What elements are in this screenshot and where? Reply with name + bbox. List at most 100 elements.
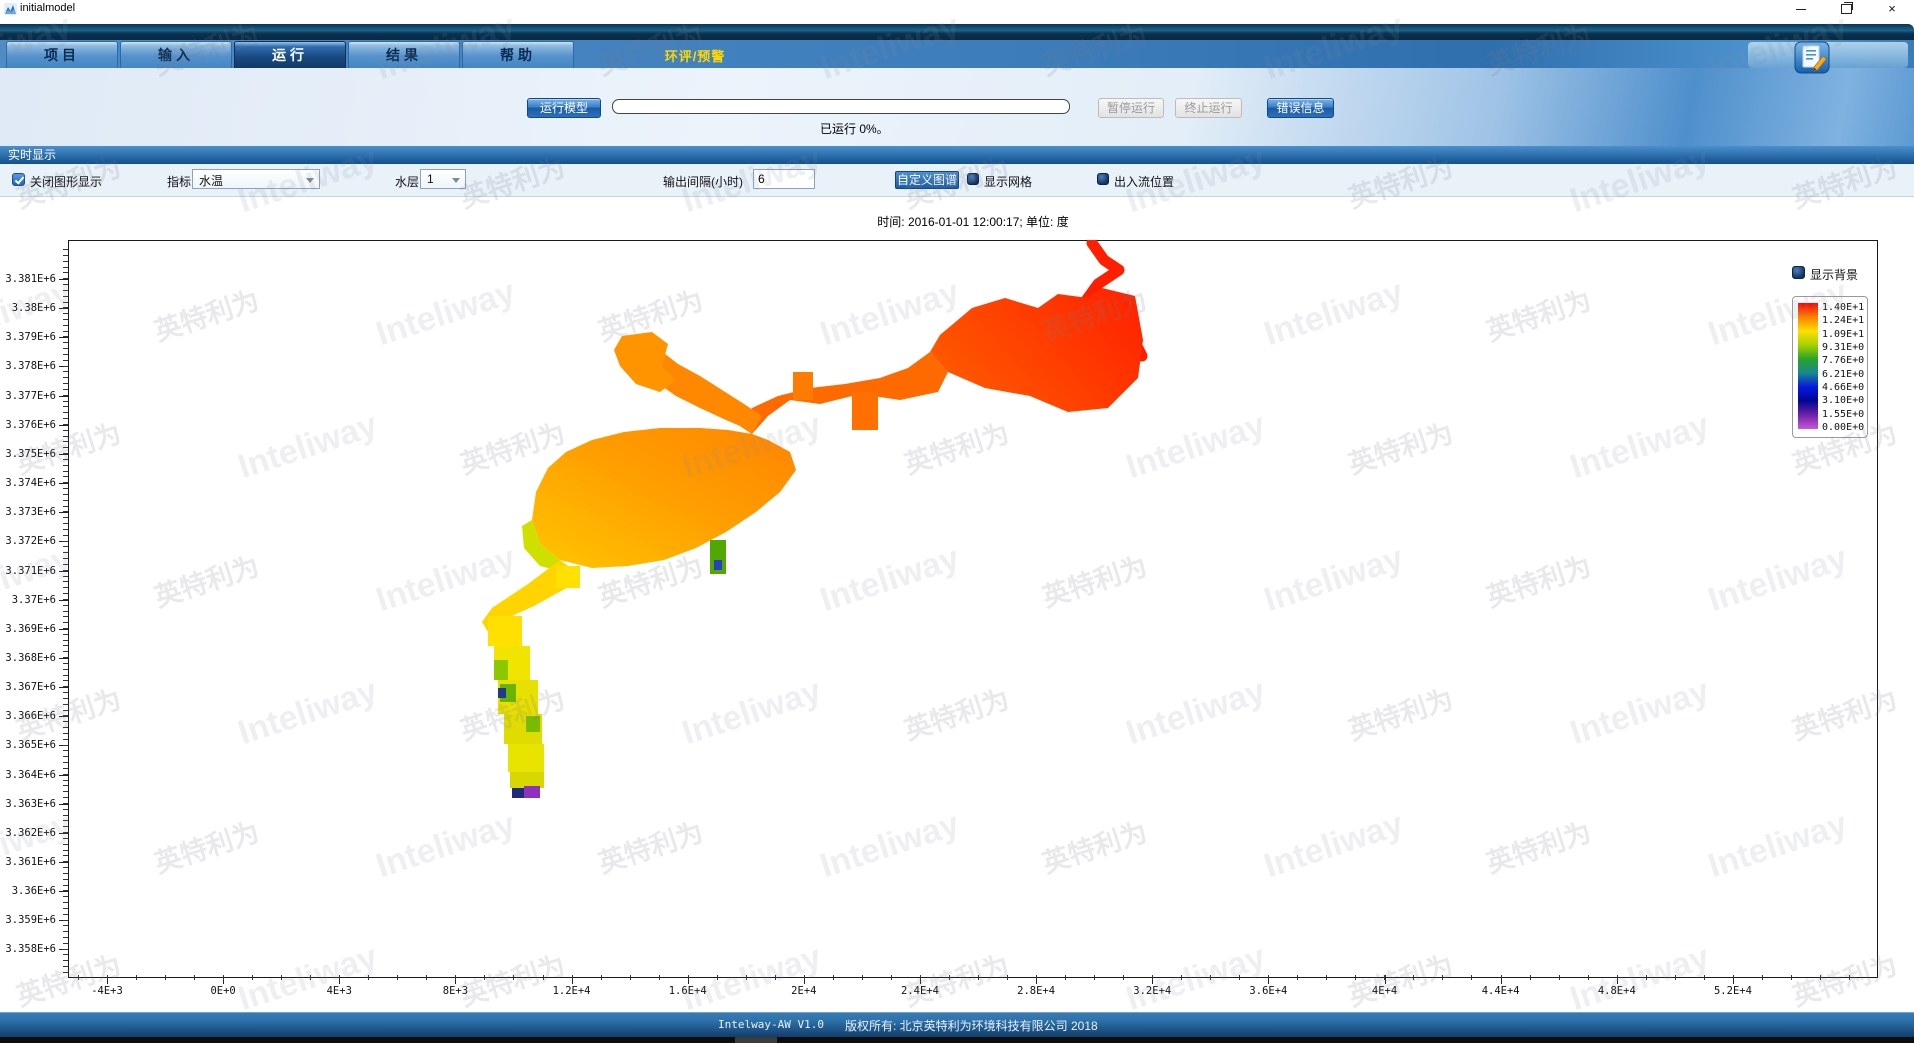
y-tick-label: 3.371E+6: [0, 564, 56, 578]
y-tick-minor: [63, 815, 68, 816]
app-version-text: Intelway-AW V1.0: [718, 1018, 824, 1031]
legend-value: 1.55E+0: [1822, 409, 1870, 421]
y-tick-minor: [63, 873, 68, 874]
y-tick-minor: [63, 745, 68, 746]
tab-运行[interactable]: 运行: [234, 41, 346, 68]
x-tick-minor: [281, 975, 282, 980]
show-grid-checkbox[interactable]: [967, 173, 979, 185]
map-region-neck-stub: [556, 566, 580, 588]
y-tick-minor: [63, 733, 68, 734]
y-tick-minor: [63, 861, 68, 862]
map-region-channel-1: [488, 616, 522, 646]
x-tick-label: 4.8E+4: [1577, 984, 1657, 998]
tab-env-warning[interactable]: 环评/预警: [615, 46, 775, 65]
x-tick-minor: [368, 975, 369, 980]
x-tick-label: 3.2E+4: [1112, 984, 1192, 998]
y-tick-label: 3.369E+6: [0, 622, 56, 636]
y-tick-minor: [63, 313, 68, 314]
run-model-button[interactable]: 运行模型: [527, 98, 601, 118]
minimize-button[interactable]: [1786, 0, 1816, 18]
restore-button[interactable]: [1831, 0, 1861, 18]
x-tick-minor: [630, 975, 631, 980]
y-tick-minor: [63, 546, 68, 547]
x-tick-label: 8E+3: [415, 984, 495, 998]
tab-输入[interactable]: 输入: [120, 41, 232, 68]
tab-项目[interactable]: 项目: [6, 41, 118, 68]
y-tick-minor: [63, 377, 68, 378]
y-tick-major: [59, 396, 68, 397]
y-tick-minor: [63, 896, 68, 897]
map-region-channel-tip-navy: [512, 788, 524, 798]
y-tick-minor: [63, 471, 68, 472]
taskbar-fragment: [735, 1037, 777, 1043]
x-tick-minor: [1617, 975, 1618, 980]
close-button[interactable]: ×: [1877, 0, 1907, 18]
y-tick-major: [59, 279, 68, 280]
y-tick-minor: [63, 406, 68, 407]
y-tick-label: 3.366E+6: [0, 709, 56, 723]
y-tick-minor: [63, 838, 68, 839]
y-tick-minor: [63, 960, 68, 961]
y-tick-label: 3.378E+6: [0, 359, 56, 373]
legend-value: 1.24E+1: [1822, 315, 1870, 327]
close-graphics-checkbox[interactable]: [12, 173, 25, 186]
x-tick-minor: [310, 975, 311, 980]
x-tick-minor: [339, 975, 340, 980]
interval-input[interactable]: [753, 169, 815, 189]
pause-run-button[interactable]: 暂停运行: [1098, 98, 1164, 118]
y-tick-minor: [63, 675, 68, 676]
x-tick-minor: [1297, 975, 1298, 980]
x-tick-label: 4E+4: [1345, 984, 1425, 998]
indicator-select[interactable]: 水温: [192, 169, 320, 189]
legend-value: 9.31E+0: [1822, 342, 1870, 354]
tab-帮助[interactable]: 帮助: [462, 41, 574, 68]
y-tick-minor: [63, 523, 68, 524]
legend-value: 0.00E+0: [1822, 422, 1870, 434]
y-tick-minor: [63, 529, 68, 530]
tab-结果[interactable]: 结果: [348, 41, 460, 68]
x-tick-minor: [659, 975, 660, 980]
y-tick-minor: [63, 616, 68, 617]
error-info-button[interactable]: 错误信息: [1267, 98, 1334, 118]
y-tick-minor: [63, 879, 68, 880]
stop-run-button[interactable]: 终止运行: [1175, 98, 1242, 118]
x-tick-label: 1.2E+4: [532, 984, 612, 998]
y-tick-minor: [63, 517, 68, 518]
y-tick-minor: [63, 558, 68, 559]
y-tick-minor: [63, 611, 68, 612]
map-region-channel-tip-purple: [524, 786, 540, 798]
y-tick-minor: [63, 966, 68, 967]
y-tick-major: [59, 716, 68, 717]
x-tick-minor: [1733, 975, 1734, 980]
custom-spectrum-button[interactable]: 自定义图谱: [895, 171, 959, 189]
y-tick-minor: [63, 803, 68, 804]
layer-select[interactable]: 1: [420, 169, 466, 189]
x-tick-minor: [1762, 975, 1763, 980]
map-region-mid-band: [740, 352, 948, 434]
x-tick-minor: [136, 975, 137, 980]
y-tick-minor: [63, 261, 68, 262]
y-tick-minor: [63, 599, 68, 600]
y-tick-minor: [63, 867, 68, 868]
y-tick-minor: [63, 593, 68, 594]
title-bar: initialmodel ×: [0, 0, 1914, 18]
y-tick-minor: [63, 780, 68, 781]
y-tick-minor: [63, 651, 68, 652]
y-tick-minor: [63, 762, 68, 763]
map-region-channel-2-green: [494, 660, 508, 680]
document-edit-icon[interactable]: [1794, 41, 1830, 74]
y-tick-minor: [63, 459, 68, 460]
y-tick-minor: [63, 797, 68, 798]
y-tick-minor: [63, 826, 68, 827]
y-tick-minor: [63, 255, 68, 256]
x-tick-label: 0E+0: [183, 984, 263, 998]
heatmap-svg: [68, 240, 1878, 978]
inout-flow-checkbox[interactable]: [1097, 173, 1109, 185]
y-tick-minor: [63, 645, 68, 646]
window-title: initialmodel: [20, 2, 75, 14]
run-toolbar: 运行模型 已运行 0%。 暂停运行 终止运行 错误信息: [0, 68, 1914, 146]
show-background-checkbox[interactable]: [1792, 266, 1805, 279]
y-tick-major: [59, 425, 68, 426]
y-tick-minor: [63, 506, 68, 507]
y-tick-minor: [63, 482, 68, 483]
